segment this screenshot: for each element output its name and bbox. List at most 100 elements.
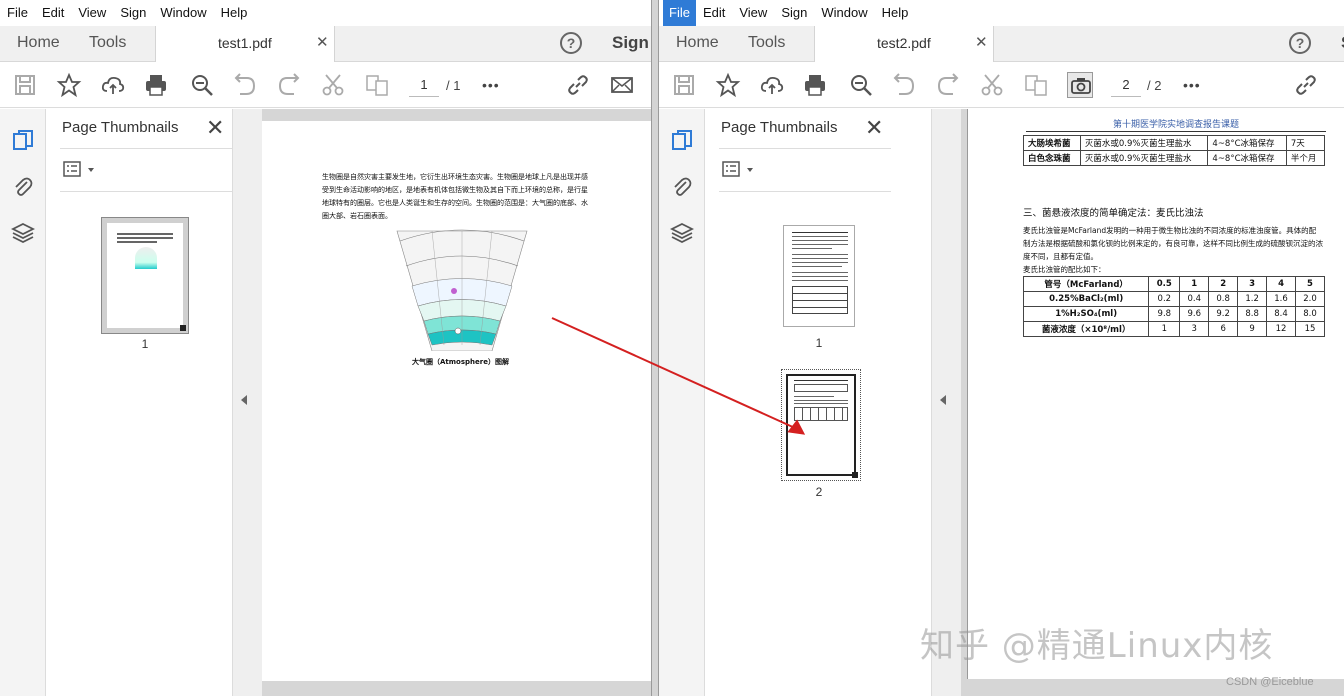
section-heading: 三、菌悬液浓度的简单确定法：麦氏比浊法 bbox=[1023, 208, 1204, 219]
pdf-page: 生物圈是自然灾害主要发生地，它衍生出环境生态灾害。生物圈是地球上凡是出现并感受到… bbox=[262, 121, 651, 681]
panel-collapse-bar[interactable] bbox=[232, 109, 262, 696]
help-icon[interactable]: ? bbox=[560, 32, 582, 54]
zoom-out-icon[interactable] bbox=[848, 72, 874, 98]
page-number-input[interactable]: 1 bbox=[409, 75, 439, 97]
attachments-icon[interactable] bbox=[11, 175, 35, 199]
panel-divider bbox=[60, 148, 232, 149]
table-cell: 8.8 bbox=[1237, 306, 1268, 322]
thumbnail-page-selected bbox=[786, 374, 856, 476]
close-tab-icon[interactable]: ✕ bbox=[316, 26, 329, 60]
thumbnail-page bbox=[107, 223, 183, 328]
page-number-input[interactable]: 2 bbox=[1111, 75, 1141, 97]
table-cell: 4~8°C冰箱保存 bbox=[1207, 135, 1287, 151]
table-cell: 15 bbox=[1295, 321, 1325, 337]
table-cell: 2 bbox=[1208, 276, 1239, 292]
save-icon[interactable] bbox=[12, 72, 38, 98]
close-tab-icon[interactable]: ✕ bbox=[975, 26, 988, 60]
undo-icon[interactable] bbox=[891, 72, 917, 98]
tab-bar: Home Tools test1.pdf ✕ ? Sign bbox=[0, 26, 651, 63]
panel-collapse-bar[interactable] bbox=[931, 109, 961, 696]
menu-edit[interactable]: Edit bbox=[696, 0, 732, 26]
help-icon[interactable]: ? bbox=[1289, 32, 1311, 54]
upload-cloud-icon[interactable] bbox=[759, 72, 785, 98]
menu-bar: File Edit View Sign Window Help bbox=[0, 0, 651, 26]
thumbnails-panel: Page Thumbnails ✕ 1 bbox=[705, 109, 891, 696]
menu-window[interactable]: Window bbox=[153, 0, 213, 26]
page-thumbnails-icon[interactable] bbox=[670, 129, 694, 153]
close-panel-icon[interactable]: ✕ bbox=[206, 115, 224, 141]
thumbnail-page-number: 1 bbox=[141, 337, 149, 351]
document-tab[interactable]: test1.pdf ✕ bbox=[155, 26, 335, 63]
tab-home[interactable]: Home bbox=[17, 26, 60, 62]
atmosphere-diagram bbox=[396, 229, 528, 351]
attachments-icon[interactable] bbox=[670, 175, 694, 199]
table-cell: 3 bbox=[1237, 276, 1268, 292]
upload-cloud-icon[interactable] bbox=[100, 72, 126, 98]
bookmark-star-icon[interactable] bbox=[56, 72, 82, 98]
acrobat-window-right: File Edit View Sign Window Help Home Too… bbox=[658, 0, 1344, 696]
table-cell: 1 bbox=[1148, 321, 1181, 337]
bookmark-star-icon[interactable] bbox=[715, 72, 741, 98]
layers-icon[interactable] bbox=[10, 221, 36, 245]
more-tools-icon[interactable]: ••• bbox=[1183, 72, 1209, 98]
save-icon[interactable] bbox=[671, 72, 697, 98]
document-view[interactable]: 第十期医学院实地调查报告课题 大肠埃希菌 灭菌水或0.9%灭菌生理盐水 4~8°C冰… bbox=[961, 109, 1344, 696]
tab-tools[interactable]: Tools bbox=[748, 26, 785, 62]
page-thumbnail-1[interactable] bbox=[101, 217, 189, 334]
layers-icon[interactable] bbox=[669, 221, 695, 245]
share-link-icon[interactable] bbox=[565, 72, 591, 98]
scissors-icon[interactable] bbox=[979, 72, 1005, 98]
menu-file[interactable]: File bbox=[0, 0, 35, 26]
collapse-arrow-icon[interactable] bbox=[241, 395, 247, 405]
compare-icon[interactable] bbox=[1023, 72, 1049, 98]
options-menu-icon[interactable] bbox=[721, 159, 759, 181]
menu-file[interactable]: File bbox=[663, 0, 696, 26]
document-view[interactable]: 生物圈是自然灾害主要发生地，它衍生出环境生态灾害。生物圈是地球上凡是出现并感受到… bbox=[262, 109, 651, 696]
redo-icon[interactable] bbox=[935, 72, 961, 98]
mcfarland-table: 管号（McFarland） 0.5 1 2 3 4 5 0.25%BaCl₂(ml) 0.2 0.… bbox=[1022, 276, 1325, 337]
options-menu-icon[interactable] bbox=[62, 159, 100, 181]
menu-help[interactable]: Help bbox=[214, 0, 255, 26]
menu-sign[interactable]: Sign bbox=[774, 0, 814, 26]
undo-icon[interactable] bbox=[232, 72, 258, 98]
compare-icon[interactable] bbox=[364, 72, 390, 98]
page-thumbnails-icon[interactable] bbox=[11, 129, 35, 153]
pdf-page: 第十期医学院实地调查报告课题 大肠埃希菌 灭菌水或0.9%灭菌生理盐水 4~8°C冰… bbox=[967, 109, 1344, 679]
redo-icon[interactable] bbox=[276, 72, 302, 98]
page-thumbnail-2[interactable] bbox=[781, 369, 861, 481]
print-icon[interactable] bbox=[802, 72, 828, 98]
menu-help[interactable]: Help bbox=[875, 0, 916, 26]
table-cell: 灭菌水或0.9%灭菌生理盐水 bbox=[1079, 150, 1209, 166]
section-paragraph: 麦氏比浊管是McFarland发明的一种用于微生物比浊的不同浓度的标准浊度管。具… bbox=[1023, 226, 1323, 261]
table-row: 大肠埃希菌 灭菌水或0.9%灭菌生理盐水 4~8°C冰箱保存 7天 bbox=[1023, 135, 1326, 151]
toolbar: 2 / 2 ••• bbox=[659, 62, 1344, 108]
menu-window[interactable]: Window bbox=[814, 0, 874, 26]
close-panel-icon[interactable]: ✕ bbox=[865, 115, 883, 141]
print-icon[interactable] bbox=[143, 72, 169, 98]
table-cell: 大肠埃希菌 bbox=[1023, 135, 1081, 151]
snapshot-camera-icon[interactable] bbox=[1067, 72, 1093, 98]
table-cell: 9.8 bbox=[1148, 306, 1181, 322]
more-tools-icon[interactable]: ••• bbox=[482, 72, 508, 98]
share-link-icon[interactable] bbox=[1293, 72, 1319, 98]
menu-sign[interactable]: Sign bbox=[113, 0, 153, 26]
page-thumbnail-1[interactable] bbox=[783, 225, 855, 327]
table-cell: 3 bbox=[1179, 321, 1210, 337]
tab-tools[interactable]: Tools bbox=[89, 26, 126, 62]
table-cell: 0.4 bbox=[1179, 291, 1210, 307]
menu-view[interactable]: View bbox=[732, 0, 774, 26]
table-intro: 麦氏比浊管的配比如下： bbox=[1023, 265, 1106, 274]
table-cell: 9 bbox=[1237, 321, 1268, 337]
collapse-arrow-icon[interactable] bbox=[940, 395, 946, 405]
tab-home[interactable]: Home bbox=[676, 26, 719, 62]
zoom-out-icon[interactable] bbox=[189, 72, 215, 98]
scissors-icon[interactable] bbox=[320, 72, 346, 98]
email-icon[interactable] bbox=[609, 72, 635, 98]
page-paragraph: 生物圈是自然灾害主要发生地，它衍生出环境生态灾害。生物圈是地球上凡是出现并感受到… bbox=[322, 173, 588, 220]
sign-in-button[interactable]: Sign bbox=[612, 26, 649, 60]
table-cell: 0.2 bbox=[1148, 291, 1181, 307]
menu-view[interactable]: View bbox=[71, 0, 113, 26]
left-rail bbox=[0, 109, 46, 696]
menu-edit[interactable]: Edit bbox=[35, 0, 71, 26]
document-tab[interactable]: test2.pdf ✕ bbox=[814, 26, 994, 63]
